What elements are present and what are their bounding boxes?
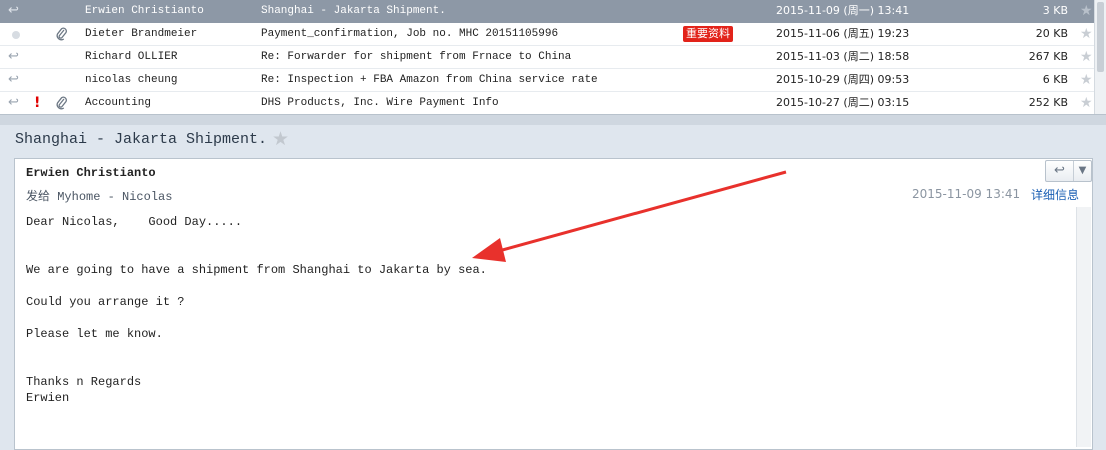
arrow-head bbox=[472, 238, 506, 262]
arrow-shaft bbox=[494, 170, 787, 254]
annotation-arrow bbox=[472, 170, 787, 262]
